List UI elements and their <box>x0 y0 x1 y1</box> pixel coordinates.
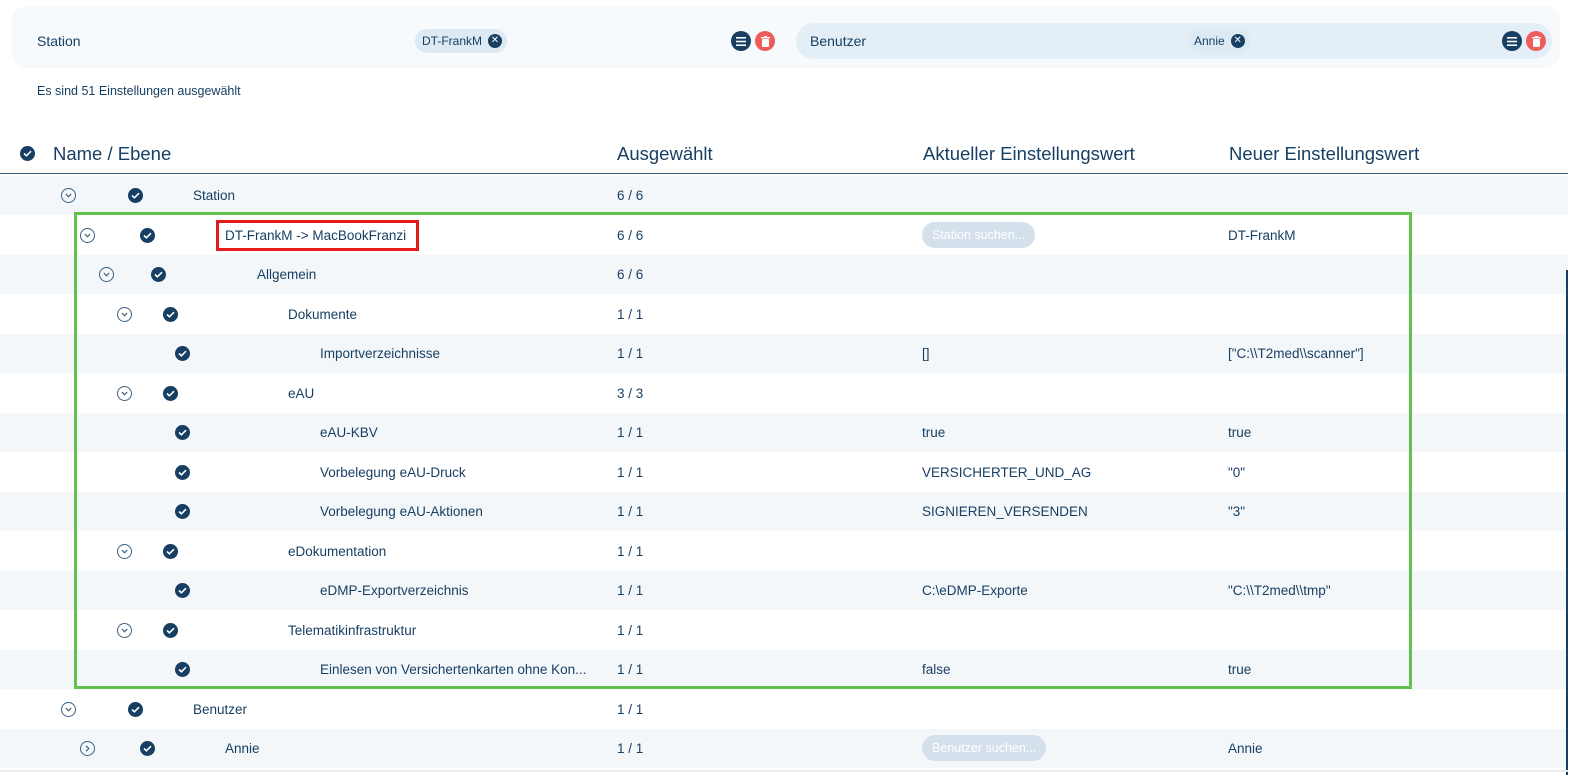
user-chip-label: Annie <box>1194 34 1225 48</box>
station-delete-button[interactable] <box>755 31 775 51</box>
station-filter: Station DT-FrankM ✕ <box>12 23 784 59</box>
trash-icon <box>760 35 770 47</box>
row-selected: 1 / 1 <box>617 702 644 717</box>
checkmark-icon <box>143 745 152 752</box>
station-filter-label: Station <box>37 33 81 49</box>
user-filter-label: Benutzer <box>810 33 867 49</box>
expand-toggle[interactable] <box>61 188 76 203</box>
checkmark-icon <box>131 192 140 199</box>
row-name: Station <box>193 188 236 203</box>
row-selected: 6 / 6 <box>617 188 644 203</box>
close-icon[interactable]: ✕ <box>488 34 502 48</box>
row-new-value: Annie <box>1228 741 1263 756</box>
trash-icon <box>1531 35 1541 47</box>
bottom-divider <box>0 770 1568 772</box>
row-name: Benutzer <box>193 702 248 717</box>
checkmark-icon <box>131 706 140 713</box>
column-header-current-value[interactable]: Aktueller Einstellungswert <box>923 143 1135 165</box>
tree-row-annie[interactable]: Annie 1 / 1 Benutzer suchen... Annie <box>0 729 1568 768</box>
tree-row-station[interactable]: Station 6 / 6 <box>0 176 1568 215</box>
column-header-name[interactable]: Name / Ebene <box>53 143 171 165</box>
expand-toggle[interactable] <box>61 702 76 717</box>
highlight-frame-green <box>74 212 1412 689</box>
row-name: Annie <box>225 741 260 756</box>
station-chip-label: DT-FrankM <box>422 34 482 48</box>
highlight-frame-red <box>216 220 419 251</box>
row-checkbox[interactable] <box>140 741 155 756</box>
close-icon[interactable]: ✕ <box>1230 34 1245 48</box>
user-delete-button[interactable] <box>1526 31 1546 51</box>
column-header-selected[interactable]: Ausgewählt <box>617 143 713 165</box>
menu-icon <box>1507 36 1517 46</box>
selection-summary: Es sind 51 Einstellungen ausgewählt <box>37 84 241 98</box>
column-header-new-value[interactable]: Neuer Einstellungswert <box>1229 143 1419 165</box>
scrollbar[interactable] <box>1566 270 1568 775</box>
row-checkbox[interactable] <box>128 188 143 203</box>
user-chip[interactable]: Annie ✕ <box>1187 29 1250 53</box>
user-filter: Benutzer Annie ✕ <box>796 23 1552 59</box>
select-all-checkbox[interactable] <box>20 146 35 161</box>
chevron-down-icon <box>65 707 72 712</box>
tree-row-benutzer[interactable]: Benutzer 1 / 1 <box>0 690 1568 729</box>
user-menu-button[interactable] <box>1502 31 1522 51</box>
chevron-down-icon <box>65 193 72 198</box>
table-header: Name / Ebene Ausgewählt Aktueller Einste… <box>0 135 1568 174</box>
checkmark-icon <box>23 150 32 157</box>
user-search-input[interactable]: Benutzer suchen... <box>922 735 1047 761</box>
station-chip[interactable]: DT-FrankM ✕ <box>415 29 507 53</box>
menu-icon <box>736 36 746 46</box>
row-checkbox[interactable] <box>128 702 143 717</box>
station-menu-button[interactable] <box>731 31 751 51</box>
expand-toggle[interactable] <box>80 741 95 756</box>
chevron-right-icon <box>85 745 90 752</box>
row-selected: 1 / 1 <box>617 741 644 756</box>
